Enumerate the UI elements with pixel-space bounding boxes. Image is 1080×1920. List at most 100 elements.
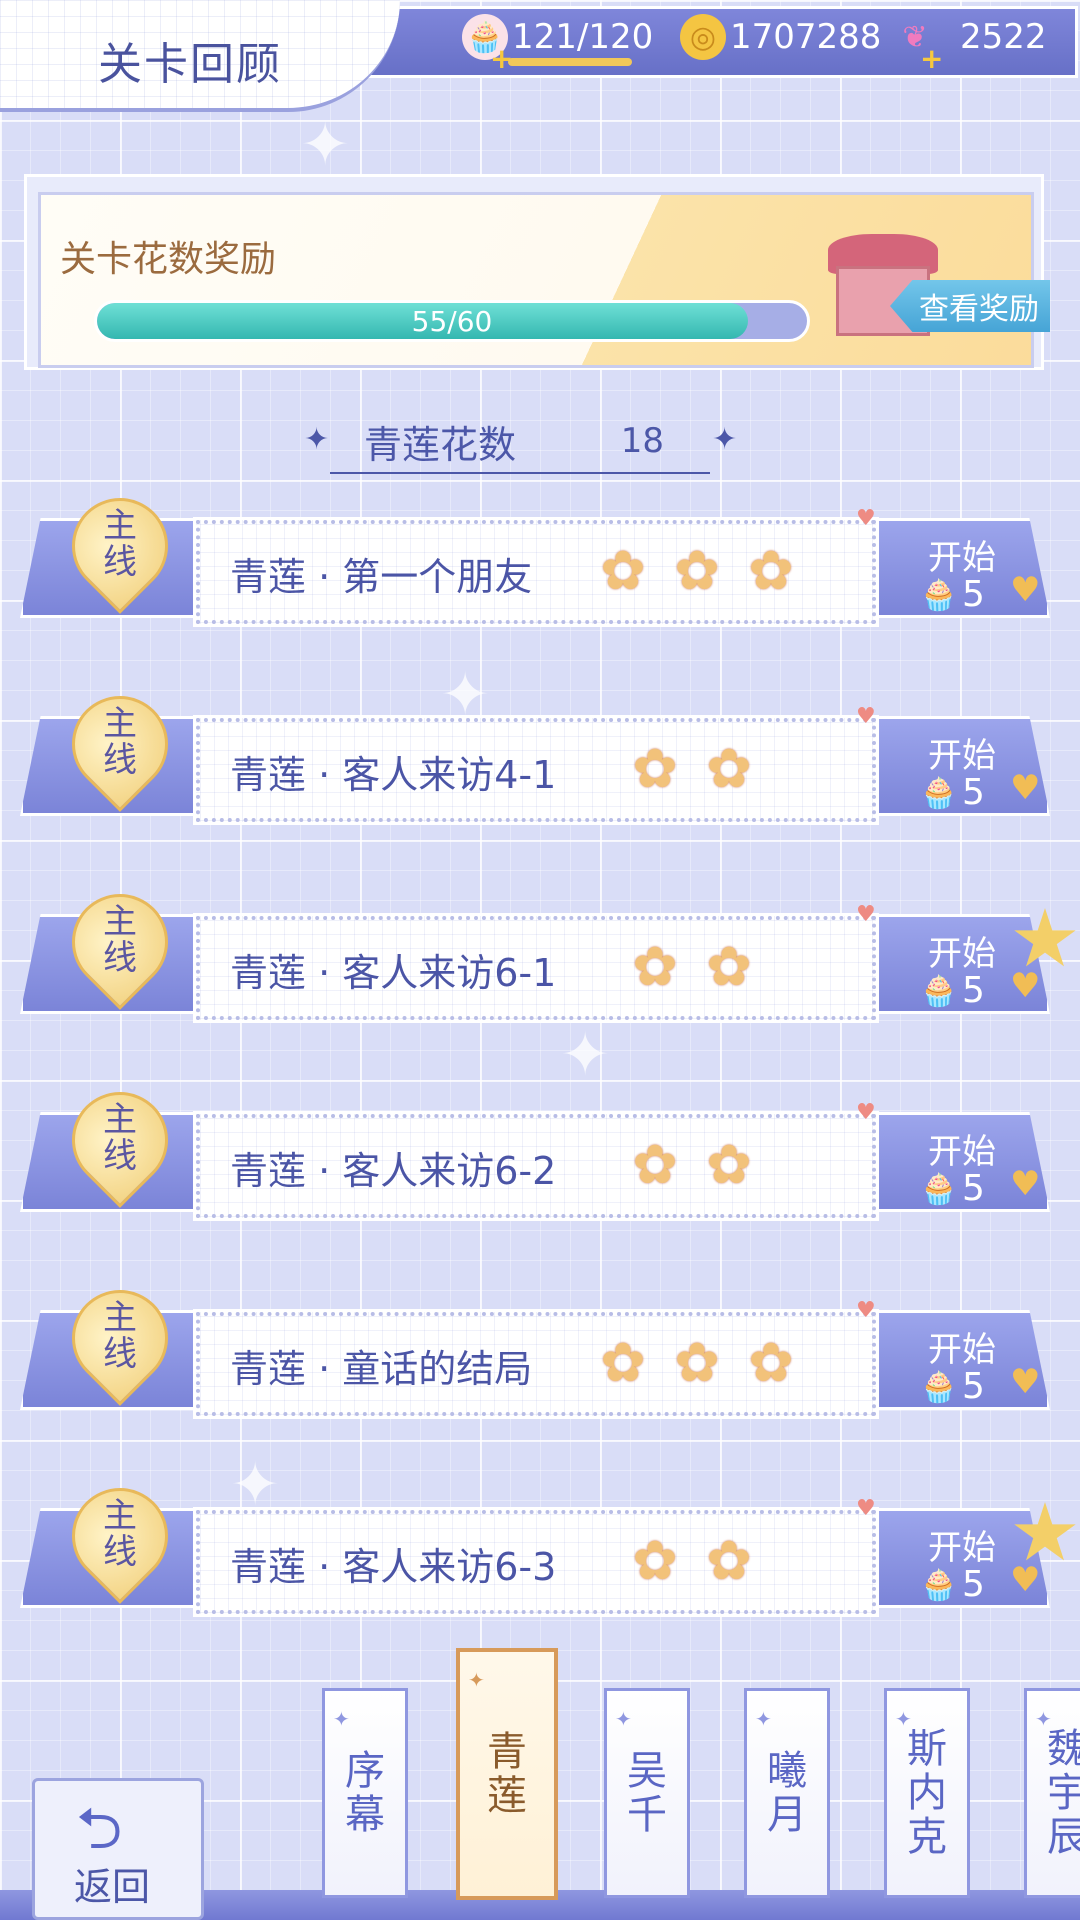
chapter-tab[interactable]: ✦ 斯内克	[884, 1688, 970, 1898]
main-story-badge: 主线	[52, 874, 188, 1010]
heart-icon: ♥	[1010, 768, 1041, 808]
star-icon: ✦	[712, 422, 738, 457]
page-title: 关卡回顾	[98, 39, 282, 90]
stamina-bar	[508, 58, 632, 66]
sparkle-icon: ✦	[300, 110, 351, 180]
flower-icon: ✿	[600, 1330, 646, 1394]
cupcake-icon: 🧁	[920, 1568, 958, 1603]
stamina-cost: 5	[962, 574, 985, 615]
flower-icon: ✿	[748, 538, 794, 602]
top-bar: 关卡回顾 🧁 + 121/120 ◎ 1707288 ❦ + 2522	[0, 0, 1080, 112]
heart-icon: ♥	[1010, 1362, 1041, 1402]
star-icon: ✦	[304, 422, 330, 457]
level-row[interactable]: 青莲 · 客人来访6-3 ✿ ✿ 主线 ♥ 开始 🧁 5 ♥ ★	[20, 1468, 1080, 1618]
stamina-value: 121/120	[512, 17, 654, 57]
level-name: 青莲 · 客人来访6-3	[230, 1545, 557, 1589]
level-row[interactable]: 青莲 · 客人来访6-2 ✿ ✿ 主线 ♥ 开始 🧁 5 ♥	[20, 1072, 1050, 1222]
flower-rating: ✿ ✿	[620, 934, 764, 998]
badge-label: 主线	[103, 1496, 137, 1572]
chapter-tab-label: 魏宇辰	[1047, 1726, 1080, 1860]
flower-icon: ✿	[632, 736, 678, 800]
swan-star-badge-icon: ★	[1009, 892, 1080, 985]
heart-icon: ♥	[856, 704, 876, 729]
level-name: 青莲 · 客人来访6-1	[230, 951, 557, 995]
flower-icon: ✿	[706, 1528, 752, 1592]
flower-icon: ✿	[674, 1330, 720, 1394]
flower-icon: ✿	[706, 736, 752, 800]
chapter-tab[interactable]: ✦ 序幕	[322, 1688, 408, 1898]
stamina-cost: 5	[962, 1168, 985, 1209]
cupcake-icon: 🧁	[920, 578, 958, 613]
heart-icon: ♥	[856, 902, 876, 927]
badge-label: 主线	[103, 704, 137, 780]
chapter-tab-label: 斯内克	[907, 1726, 947, 1860]
stamina-display[interactable]: 🧁 + 121/120	[462, 14, 654, 75]
coin-icon: ◎	[680, 14, 726, 60]
flower-icon: ✿	[706, 934, 752, 998]
chapter-tab[interactable]: ✦ 曦月	[744, 1688, 830, 1898]
flower-rating: ✿ ✿ ✿	[588, 1330, 806, 1394]
star-icon: ✦	[333, 1707, 350, 1731]
heart-icon: ♥	[856, 506, 876, 531]
chapter-tab-label: 序幕	[345, 1748, 385, 1838]
level-name: 青莲 · 客人来访6-2	[230, 1149, 557, 1193]
level-row[interactable]: 青莲 · 客人来访6-1 ✿ ✿ 主线 ♥ 开始 🧁 5 ♥ ★	[20, 874, 1080, 1024]
cupcake-icon: 🧁	[920, 1370, 958, 1405]
crystal-display[interactable]: ❦ + 2522	[892, 14, 1046, 76]
heart-icon: ♥	[856, 1100, 876, 1125]
level-row[interactable]: 青莲 · 第一个朋友 ✿ ✿ ✿ 主线 ♥ 开始 🧁 5 ♥	[20, 478, 1050, 628]
flower-icon: ✿	[706, 1132, 752, 1196]
sparkle-icon: ✦	[560, 1020, 611, 1090]
cupcake-icon: 🧁	[920, 776, 958, 811]
flower-rating: ✿ ✿	[620, 1528, 764, 1592]
chapter-tab-label: 曦月	[767, 1748, 807, 1838]
heart-icon: ♥	[856, 1298, 876, 1323]
star-icon: ✦	[1035, 1707, 1052, 1731]
main-story-badge: 主线	[52, 1072, 188, 1208]
flower-rating: ✿ ✿	[620, 736, 764, 800]
badge-label: 主线	[103, 1298, 137, 1374]
star-icon: ✦	[468, 1668, 485, 1692]
coin-display[interactable]: ◎ 1707288	[680, 14, 881, 60]
chapter-tab[interactable]: ✦ 吴千	[604, 1688, 690, 1898]
start-label: 开始	[928, 1132, 996, 1172]
back-label: 返回	[74, 1865, 151, 1909]
level-name: 青莲 · 第一个朋友	[230, 555, 533, 599]
badge-label: 主线	[103, 1100, 137, 1176]
stamina-cost: 5	[962, 1366, 985, 1407]
flower-count-value: 18	[620, 421, 664, 461]
progress-text: 55/60	[411, 304, 493, 338]
flower-rating: ✿ ✿ ✿	[588, 538, 806, 602]
swan-icon: ❦ +	[902, 19, 944, 76]
chapter-tab-label: 吴千	[627, 1748, 667, 1838]
flower-count-label: 青莲花数	[364, 422, 517, 467]
flower-icon: ✿	[632, 1132, 678, 1196]
level-row[interactable]: 青莲 · 童话的结局 ✿ ✿ ✿ 主线 ♥ 开始 🧁 5 ♥	[20, 1270, 1050, 1420]
flower-rating: ✿ ✿	[620, 1132, 764, 1196]
star-icon: ✦	[895, 1707, 912, 1731]
swan-star-badge-icon: ★	[1009, 1486, 1080, 1579]
stamina-cost: 5	[962, 970, 985, 1011]
star-icon: ✦	[615, 1707, 632, 1731]
star-icon: ✦	[755, 1707, 772, 1731]
cupcake-icon: 🧁	[920, 1172, 958, 1207]
back-button[interactable]: ⮌ 返回	[0, 1770, 280, 1920]
flower-icon: ✿	[600, 538, 646, 602]
main-story-badge: 主线	[52, 478, 188, 614]
view-reward-button[interactable]: 查看奖励	[890, 280, 1050, 332]
level-row[interactable]: 青莲 · 客人来访4-1 ✿ ✿ 主线 ♥ 开始 🧁 5 ♥	[20, 676, 1050, 826]
cupcake-icon: 🧁 +	[462, 14, 513, 75]
title-plate: 关卡回顾	[0, 0, 400, 112]
chapter-tab[interactable]: ✦ 青莲	[456, 1648, 558, 1900]
heart-icon: ♥	[1010, 1164, 1041, 1204]
flower-icon: ✿	[674, 538, 720, 602]
badge-label: 主线	[103, 506, 137, 582]
chapter-tab[interactable]: ✦ 魏宇辰	[1024, 1688, 1080, 1898]
chapter-tab-label: 青莲	[487, 1729, 527, 1819]
stamina-cost: 5	[962, 1564, 985, 1605]
flower-icon: ✿	[632, 934, 678, 998]
main-story-badge: 主线	[52, 676, 188, 812]
flower-icon: ✿	[632, 1528, 678, 1592]
level-name: 青莲 · 客人来访4-1	[230, 753, 557, 797]
cupcake-icon: 🧁	[920, 974, 958, 1009]
